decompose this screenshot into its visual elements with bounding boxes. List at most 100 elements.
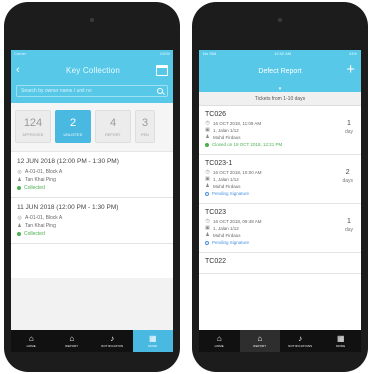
tab-home[interactable]: ⌂ HOME <box>11 330 52 352</box>
tab-pending[interactable]: 3 PEN <box>135 110 155 143</box>
collapse-arrow-icon[interactable]: ▾ <box>199 85 361 92</box>
tab-label: REPORT <box>105 132 121 137</box>
days-unit: day <box>344 227 353 233</box>
ticket-status-row: Pending Signature <box>205 239 355 246</box>
tab-report-label: REPORT <box>65 344 79 348</box>
owner-text: Tan Khai Ping <box>25 223 56 229</box>
tab-home[interactable]: ⌂ HOME <box>199 330 240 352</box>
tab-count: 3 <box>141 116 149 129</box>
days-number: 1 <box>347 120 351 127</box>
report-icon: ⌂ <box>69 334 75 343</box>
defect-report-header: No SIM 12:02 AM 41% Defect Report + ▾ <box>199 50 361 92</box>
days-number: 1 <box>347 218 351 225</box>
tab-report[interactable]: ⌂ REPORT <box>52 330 93 352</box>
location-icon: ◎ <box>17 215 22 221</box>
ticket-date: 16 OCT 2018, 09:48 AM <box>213 219 262 224</box>
tab-report[interactable]: ⌂ REPORT <box>239 330 280 352</box>
days-open: 2 days <box>342 169 353 184</box>
ticket-person: Muhd Firdaus <box>213 135 241 140</box>
ticket-item[interactable]: TC022 <box>199 253 361 274</box>
person-icon: ♟ <box>205 183 210 189</box>
clock-icon: ◷ <box>205 120 210 126</box>
collected-status-icon <box>17 232 21 236</box>
person-icon: ♟ <box>205 232 210 238</box>
key-collection-header: Carrier 100% ‹ Key Collection Search by … <box>11 50 173 103</box>
ticket-date: 16 OCT 2018, 11:09 AM <box>213 121 262 126</box>
building-icon: ▣ <box>205 176 210 182</box>
ticket-date: 16 OCT 2018, 10:00 AM <box>213 170 262 175</box>
collected-status-icon <box>17 186 21 190</box>
battery-label: 41% <box>348 51 357 56</box>
tab-more[interactable]: ▦ MORE <box>132 330 173 352</box>
appointment-date: 12 JUN 2018 (12:00 PM - 1:30 PM) <box>17 158 119 165</box>
back-arrow-icon[interactable]: ‹ <box>16 64 30 76</box>
list-item[interactable]: 12 JUN 2018 (12:00 PM - 1:30 PM) ◎ A-01-… <box>11 152 173 198</box>
tab-label: UNLISTED <box>63 132 83 137</box>
person-icon: ♟ <box>17 177 22 183</box>
search-input[interactable]: Search by owner name / unit no <box>16 85 168 97</box>
ticket-unit-row: ▣ 1, Jalan 1/12 <box>205 225 355 232</box>
page-title: Key Collection <box>66 65 120 75</box>
ticket-unit-row: ▣ 1, Jalan 1/12 <box>205 127 355 134</box>
ticket-id: TC026 <box>205 111 227 118</box>
tab-label: PEN <box>141 132 149 137</box>
home-icon: ⌂ <box>28 334 34 343</box>
nav-bar: Defect Report + <box>199 57 361 85</box>
add-report-button[interactable]: + <box>346 62 355 78</box>
tab-more[interactable]: ▦ MORE <box>321 330 362 352</box>
phone-speaker <box>90 18 94 22</box>
unit-text: A-01-01, Block A <box>25 215 63 221</box>
unit-row: ◎ A-01-01, Block A <box>17 214 167 222</box>
ticket-id: TC023 <box>205 209 227 216</box>
status-row: Collected <box>17 184 167 192</box>
building-icon: ▣ <box>205 127 210 133</box>
person-icon: ♟ <box>17 223 22 229</box>
list-item[interactable]: 11 JUN 2018 (12:00 PM - 1:30 PM) ◎ A-01-… <box>11 198 173 244</box>
tab-notification[interactable]: ♪ NOTIFICATION <box>92 330 133 352</box>
battery-label: 100% <box>159 51 170 56</box>
grid-icon: ▦ <box>336 334 345 343</box>
ticket-status-row: Closed on 19 OCT 2018, 12:21 PM <box>205 141 355 148</box>
grid-icon: ▦ <box>148 334 157 343</box>
tab-count: 124 <box>23 116 43 129</box>
tab-notifications-label: NOTIFICATIONS <box>288 344 313 348</box>
status-bar: No SIM 12:02 AM 41% <box>199 50 361 57</box>
time-label: 12:02 AM <box>274 51 292 56</box>
showcase: Carrier 100% ‹ Key Collection Search by … <box>0 0 372 374</box>
days-number: 2 <box>345 169 350 176</box>
owner-row: ♟ Tan Khai Ping <box>17 176 167 184</box>
home-icon: ⌂ <box>216 334 222 343</box>
ticket-unit: 1, Jalan 1/12 <box>213 128 239 133</box>
status-tabs: 124 APPROVED 2 UNLISTED 4 REPORT 3 PEN <box>11 103 173 152</box>
pending-status-icon <box>205 240 209 245</box>
tab-unlisted[interactable]: 2 UNLISTED <box>55 110 91 143</box>
calendar-icon[interactable] <box>156 64 168 76</box>
phone-left: Carrier 100% ‹ Key Collection Search by … <box>4 2 180 372</box>
ticket-status: Closed on 19 OCT 2018, 12:21 PM <box>212 142 283 147</box>
phone-right: No SIM 12:02 AM 41% Defect Report + ▾ Ti… <box>192 2 368 372</box>
ticket-item[interactable]: TC023-1 ◷ 16 OCT 2018, 10:00 AM ▣ 1, Jal… <box>199 155 361 204</box>
tab-notifications[interactable]: ♪ NOTIFICATIONS <box>280 330 321 352</box>
search-icon[interactable] <box>157 88 163 94</box>
tab-report[interactable]: 4 REPORT <box>95 110 131 143</box>
bell-icon: ♪ <box>298 334 303 343</box>
tab-notification-label: NOTIFICATION <box>101 344 124 348</box>
bell-icon: ♪ <box>110 334 115 343</box>
ticket-person-row: ♟ Muhd Firdaus <box>205 183 355 190</box>
ticket-status: Pending Signature <box>212 191 250 196</box>
ticket-item[interactable]: TC026 ◷ 16 OCT 2018, 11:09 AM ▣ 1, Jalan… <box>199 106 361 155</box>
ticket-unit-row: ▣ 1, Jalan 1/12 <box>205 176 355 183</box>
tickets-range-header: Tickets from 1-10 days <box>199 92 361 106</box>
ticket-person: Muhd Firdaus <box>213 233 241 238</box>
days-open: 1 day <box>345 120 353 135</box>
ticket-id: TC022 <box>205 258 227 265</box>
ticket-person: Muhd Firdaus <box>213 184 241 189</box>
phone-speaker <box>278 18 282 22</box>
ticket-date-row: ◷ 16 OCT 2018, 10:00 AM <box>205 169 355 176</box>
ticket-person-row: ♟ Muhd Firdaus <box>205 134 355 141</box>
tab-home-label: HOME <box>26 344 36 348</box>
owner-row: ♟ Tan Khai Ping <box>17 222 167 230</box>
tab-approved[interactable]: 124 APPROVED <box>15 110 51 143</box>
ticket-item[interactable]: TC023 ◷ 16 OCT 2018, 09:48 AM ▣ 1, Jalan… <box>199 204 361 253</box>
days-open: 1 day <box>345 218 353 233</box>
